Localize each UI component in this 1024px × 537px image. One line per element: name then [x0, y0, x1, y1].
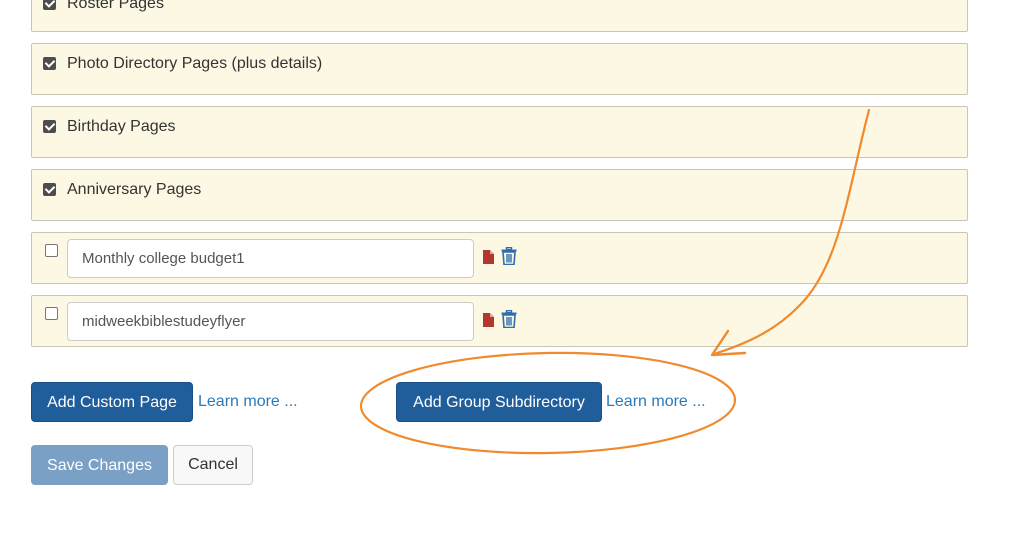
- learn-more-subdirectory-link[interactable]: Learn more ...: [606, 393, 706, 411]
- add-group-subdirectory-button[interactable]: Add Group Subdirectory: [396, 382, 602, 422]
- roster-pages-label: Roster Pages: [67, 0, 164, 12]
- save-changes-button[interactable]: Save Changes: [31, 445, 168, 485]
- cancel-button[interactable]: Cancel: [173, 445, 253, 485]
- anniversary-pages-panel: Anniversary Pages: [31, 169, 968, 221]
- trash-icon[interactable]: [501, 310, 517, 328]
- checkbox-checked-icon[interactable]: [43, 183, 56, 196]
- custom-page-panel: midweekbiblestudeyflyer: [31, 295, 968, 347]
- photo-directory-panel: Photo Directory Pages (plus details): [31, 43, 968, 95]
- checkbox-unchecked-icon[interactable]: [45, 307, 58, 320]
- roster-pages-panel: Roster Pages: [31, 0, 968, 32]
- learn-more-custom-page-link[interactable]: Learn more ...: [198, 393, 298, 411]
- birthday-pages-label: Birthday Pages: [67, 118, 176, 135]
- checkbox-unchecked-icon[interactable]: [45, 244, 58, 257]
- checkbox-checked-icon[interactable]: [43, 120, 56, 133]
- custom-page-name-input[interactable]: midweekbiblestudeyflyer: [67, 302, 474, 341]
- file-pdf-icon[interactable]: [483, 313, 494, 327]
- anniversary-pages-label: Anniversary Pages: [67, 181, 202, 198]
- checkbox-checked-icon[interactable]: [43, 57, 56, 70]
- checkbox-checked-icon[interactable]: [43, 0, 56, 10]
- birthday-pages-panel: Birthday Pages: [31, 106, 968, 158]
- photo-directory-label: Photo Directory Pages (plus details): [67, 55, 323, 72]
- add-custom-page-button[interactable]: Add Custom Page: [31, 382, 193, 422]
- custom-page-name-input[interactable]: Monthly college budget1: [67, 239, 474, 278]
- custom-page-panel: Monthly college budget1: [31, 232, 968, 284]
- trash-icon[interactable]: [501, 247, 517, 265]
- file-pdf-icon[interactable]: [483, 250, 494, 264]
